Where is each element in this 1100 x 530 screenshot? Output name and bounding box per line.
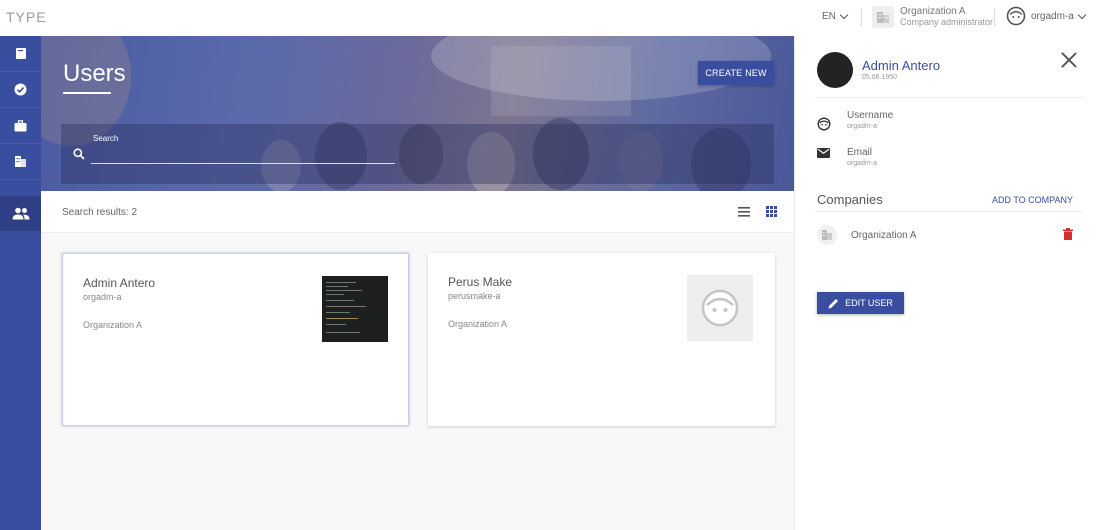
- user-menu[interactable]: orgadm-a: [1006, 6, 1087, 26]
- briefcase-icon: [14, 119, 27, 131]
- nav-item-book[interactable]: [0, 36, 41, 72]
- organization-role: Company administrator: [900, 17, 994, 27]
- user-detail-panel: Admin Antero 05.06.1950 Username orgadm-…: [794, 36, 1100, 530]
- hero-banner: Users CREATE NEW Search: [41, 36, 794, 191]
- divider: [815, 211, 1083, 212]
- user-card-name: Admin Antero: [83, 276, 156, 290]
- username-field-label: Username: [847, 110, 894, 121]
- nav-item-users[interactable]: [0, 196, 41, 232]
- add-to-company-link[interactable]: ADD TO COMPANY: [992, 195, 1073, 205]
- building-icon: [872, 6, 894, 28]
- user-face-icon: [817, 117, 831, 131]
- building-icon: [15, 156, 26, 167]
- page-title: Users: [63, 60, 126, 87]
- check-circle-icon: [14, 83, 27, 96]
- user-photo: [322, 276, 388, 342]
- title-underline: [63, 92, 111, 94]
- user-detail-date: 05.06.1950: [862, 74, 898, 81]
- chevron-down-icon: [1077, 10, 1087, 19]
- language-selector[interactable]: EN: [822, 10, 849, 22]
- user-card-username: perusmake-a: [448, 291, 501, 301]
- building-icon: [817, 225, 837, 245]
- nav-item-companies[interactable]: [0, 144, 41, 180]
- organization-name: Organization A: [900, 6, 966, 17]
- user-card-organization: Organization A: [83, 320, 143, 330]
- email-field-label: Email: [847, 147, 873, 158]
- username-label: orgadm-a: [1031, 10, 1074, 22]
- user-card[interactable]: Perus Make perusmake-a Organization A: [428, 253, 775, 426]
- companies-section-title: Companies: [817, 192, 883, 207]
- user-card[interactable]: Admin Antero orgadm-a Organization A: [62, 253, 409, 426]
- language-label: EN: [822, 11, 836, 22]
- user-avatar: [817, 52, 853, 88]
- organization-selector[interactable]: Organization A Company administrator: [872, 6, 993, 28]
- divider: [994, 8, 995, 26]
- company-name: Organization A: [851, 230, 917, 241]
- grid-view-icon[interactable]: [766, 206, 777, 217]
- app-brand: TYPE: [6, 9, 47, 25]
- divider: [861, 8, 862, 26]
- divider: [815, 97, 1083, 98]
- user-detail-name: Admin Antero: [862, 58, 941, 73]
- user-face-icon: [1006, 6, 1026, 26]
- search-input[interactable]: [91, 148, 395, 164]
- username-field-value: orgadm-a: [847, 123, 877, 130]
- user-card-username: orgadm-a: [83, 292, 122, 302]
- delete-icon[interactable]: [1063, 228, 1073, 240]
- search-icon: [73, 148, 85, 160]
- pencil-icon: [828, 298, 839, 308]
- user-card-name: Perus Make: [448, 275, 513, 289]
- nav-item-briefcase[interactable]: [0, 108, 41, 144]
- nav-item-tasks[interactable]: [0, 72, 41, 108]
- main-content: Users CREATE NEW Search Search results: …: [41, 36, 794, 530]
- search-panel: Search: [61, 124, 774, 184]
- edit-user-button[interactable]: EDIT USER: [817, 292, 904, 314]
- user-card-organization: Organization A: [448, 319, 508, 329]
- search-label: Search: [93, 134, 119, 143]
- search-results-count: Search results: 2: [62, 207, 138, 218]
- user-face-icon: [701, 289, 739, 327]
- create-new-button[interactable]: CREATE NEW: [698, 61, 774, 85]
- email-icon: [817, 148, 830, 158]
- default-avatar: [687, 275, 753, 341]
- top-bar: TYPE EN Organization A Company administr…: [0, 0, 1100, 34]
- email-field-value: orgadm-a: [847, 160, 877, 167]
- results-toolbar: Search results: 2: [41, 191, 794, 233]
- left-navigation: [0, 36, 41, 530]
- list-view-icon[interactable]: [738, 207, 750, 217]
- book-icon: [15, 48, 26, 59]
- people-icon: [12, 207, 29, 220]
- chevron-down-icon: [839, 10, 849, 20]
- edit-user-label: EDIT USER: [845, 298, 893, 308]
- close-icon[interactable]: [1061, 52, 1077, 68]
